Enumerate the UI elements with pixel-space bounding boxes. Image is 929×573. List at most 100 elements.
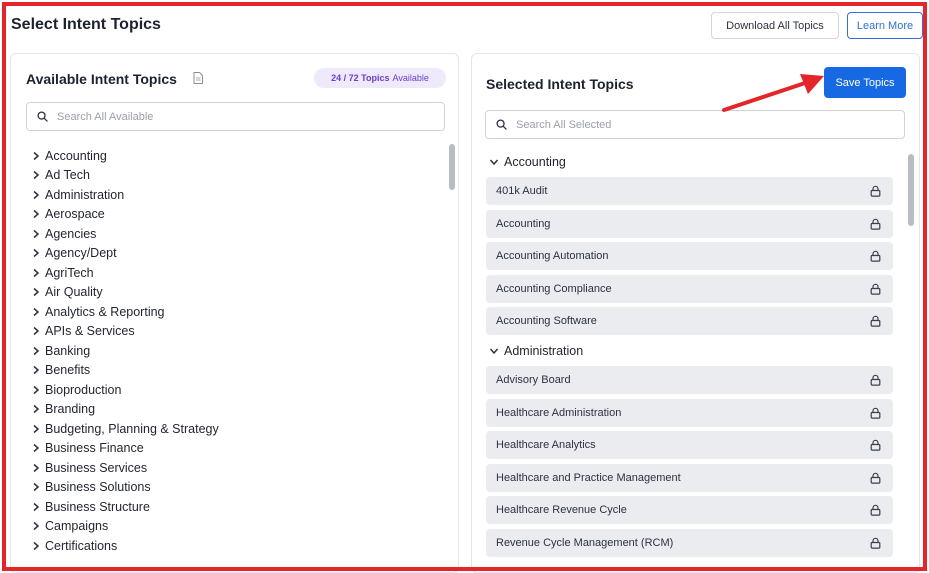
selected-topic-label: 401k Audit [496, 185, 548, 197]
search-available-field[interactable] [26, 102, 445, 131]
chevron-right-icon [33, 346, 40, 355]
search-selected-field[interactable] [485, 110, 905, 139]
chevron-right-icon [33, 483, 40, 492]
selected-group-header[interactable]: Accounting [489, 155, 566, 169]
save-topics-button[interactable]: Save Topics [824, 67, 906, 98]
selected-topic-item[interactable]: Healthcare Revenue Cycle [486, 496, 893, 525]
chevron-right-icon [33, 288, 40, 297]
lock-icon[interactable] [870, 439, 881, 451]
lock-icon[interactable] [870, 315, 881, 328]
available-topic-item[interactable]: Branding [31, 400, 431, 420]
selected-topic-item[interactable]: Healthcare Analytics [486, 431, 893, 460]
selected-topic-label: Revenue Cycle Management (RCM) [496, 537, 674, 549]
selected-group-label: Accounting [504, 155, 566, 169]
search-icon [37, 111, 48, 122]
selected-topic-label: Accounting Automation [496, 250, 609, 263]
selected-topic-label: Healthcare Revenue Cycle [496, 504, 627, 517]
chevron-right-icon [33, 327, 40, 336]
chevron-right-icon [33, 424, 40, 433]
page-title: Select Intent Topics [11, 16, 161, 33]
available-topic-item[interactable]: Business Solutions [31, 478, 431, 498]
lock-icon[interactable] [870, 283, 881, 295]
lock-icon[interactable] [870, 407, 881, 419]
selected-topic-item[interactable]: Revenue Cycle Management (RCM) [486, 529, 893, 557]
available-topic-item[interactable]: Campaigns [31, 517, 431, 537]
selected-topics-title: Selected Intent Topics [486, 76, 634, 92]
search-selected-input[interactable] [516, 118, 876, 131]
available-topic-item[interactable]: Certifications [31, 536, 431, 556]
lock-icon[interactable] [870, 472, 881, 484]
available-topic-label: APIs & Services [45, 324, 135, 339]
available-topic-label: Agency/Dept [45, 246, 117, 261]
selected-topic-label: Healthcare Administration [496, 406, 622, 419]
chevron-right-icon [33, 385, 40, 394]
chevron-right-icon [33, 444, 40, 453]
available-topic-item[interactable]: Benefits [31, 361, 431, 381]
available-scrollbar[interactable] [449, 144, 455, 190]
available-topic-item[interactable]: Agency/Dept [31, 244, 431, 264]
lock-icon[interactable] [870, 185, 881, 197]
learn-more-button[interactable]: Learn More [847, 12, 923, 39]
available-topic-item[interactable]: AgriTech [31, 263, 431, 283]
search-icon [496, 119, 507, 130]
chevron-right-icon [33, 171, 40, 180]
available-topic-item[interactable]: Air Quality [31, 283, 431, 303]
chevron-right-icon [33, 151, 40, 160]
lock-icon[interactable] [870, 250, 881, 262]
selected-topic-item[interactable]: Accounting Software [486, 307, 893, 336]
available-topic-item[interactable]: Banking [31, 341, 431, 361]
selected-topic-label: Advisory Board [496, 374, 571, 386]
lock-icon[interactable] [870, 504, 881, 517]
available-topic-label: Bioproduction [45, 382, 122, 397]
chevron-right-icon [33, 268, 40, 277]
chevron-right-icon [33, 307, 40, 316]
chevron-right-icon [33, 541, 40, 550]
selected-topic-label: Accounting Compliance [496, 282, 612, 295]
available-topic-item[interactable]: Administration [31, 185, 431, 205]
selected-topic-item[interactable]: Accounting [486, 209, 893, 238]
available-topic-label: Business Services [45, 460, 148, 475]
available-topic-item[interactable]: Aerospace [31, 205, 431, 225]
available-topic-item[interactable]: Budgeting, Planning & Strategy [31, 419, 431, 439]
selected-topic-item[interactable]: Accounting Compliance [486, 274, 893, 303]
chevron-right-icon [33, 190, 40, 199]
lock-icon[interactable] [870, 374, 881, 386]
available-topic-label: Accounting [45, 148, 107, 163]
available-topic-item[interactable]: APIs & Services [31, 322, 431, 342]
available-topic-item[interactable]: Business Finance [31, 439, 431, 459]
available-topic-item[interactable]: Bioproduction [31, 380, 431, 400]
available-topic-label: Campaigns [45, 519, 109, 534]
available-topic-item[interactable]: Business Services [31, 458, 431, 478]
search-available-input[interactable] [57, 110, 417, 123]
selected-topic-item[interactable]: Healthcare and Practice Management [486, 463, 893, 492]
selected-group-label: Administration [504, 344, 584, 358]
available-topic-item[interactable]: Business Structure [31, 497, 431, 517]
topics-available-badge: 24 / 72 Topics Available [314, 68, 446, 88]
selected-group-header[interactable]: Administration [489, 344, 583, 358]
available-topic-label: Benefits [45, 363, 91, 378]
available-topic-label: Branding [45, 402, 96, 417]
selected-topic-item[interactable]: Accounting Automation [486, 242, 893, 271]
available-topic-item[interactable]: Ad Tech [31, 166, 431, 186]
available-topic-item[interactable]: Accounting [31, 146, 431, 166]
lock-icon[interactable] [870, 218, 881, 230]
lock-icon[interactable] [870, 537, 881, 549]
selected-topic-item[interactable]: Healthcare Administration [486, 398, 893, 427]
available-topic-label: Ad Tech [45, 168, 90, 183]
selected-topic-item[interactable]: Advisory Board [486, 366, 893, 394]
available-topic-label: Aerospace [45, 207, 105, 222]
chevron-right-icon [33, 366, 40, 375]
chevron-right-icon [33, 502, 40, 511]
chevron-right-icon [33, 229, 40, 238]
download-all-topics-button[interactable]: Download All Topics [711, 12, 839, 39]
selected-topic-label: Healthcare Analytics [496, 439, 596, 452]
available-topic-label: Budgeting, Planning & Strategy [45, 421, 219, 436]
available-topic-item[interactable]: Analytics & Reporting [31, 302, 431, 322]
selected-topic-item[interactable]: 401k Audit [486, 177, 893, 205]
document-icon[interactable] [193, 72, 203, 84]
topics-available-label: Available [392, 73, 429, 83]
available-topic-item[interactable]: Agencies [31, 224, 431, 244]
selected-scrollbar[interactable] [908, 154, 914, 226]
available-topic-label: Certifications [45, 538, 118, 553]
available-topic-label: Administration [45, 187, 125, 202]
